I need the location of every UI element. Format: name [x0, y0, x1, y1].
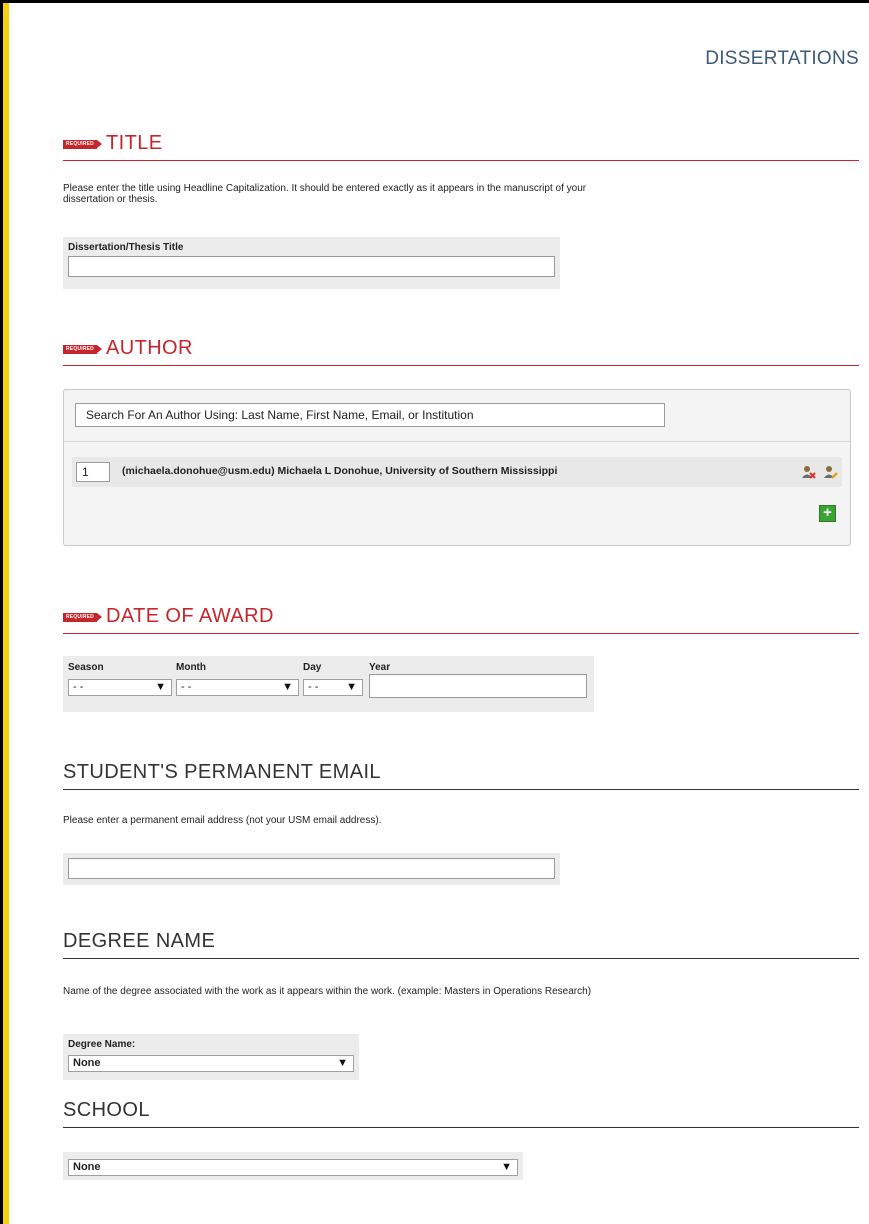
- chevron-down-icon: ▼: [346, 681, 357, 693]
- required-badge: REQUIRED: [63, 140, 102, 149]
- remove-author-icon[interactable]: [801, 465, 816, 479]
- date-section-heading: REQUIRED DATE OF AWARD: [63, 605, 859, 634]
- chevron-down-icon: ▼: [282, 681, 293, 693]
- title-input[interactable]: [68, 256, 555, 277]
- school-heading: SCHOOL: [63, 1099, 150, 1121]
- title-help-text: Please enter the title using Headline Ca…: [63, 183, 587, 205]
- season-label: Season: [68, 662, 104, 673]
- email-section-heading: STUDENT'S PERMANENT EMAIL: [63, 761, 859, 790]
- degree-section-heading: DEGREE NAME: [63, 930, 859, 959]
- month-value: - -: [181, 681, 192, 693]
- email-help-text: Please enter a permanent email address (…: [63, 815, 382, 826]
- day-label: Day: [303, 662, 322, 673]
- email-field-box: [63, 853, 560, 885]
- date-heading: DATE OF AWARD: [106, 605, 274, 627]
- year-input[interactable]: [369, 674, 587, 698]
- author-position-input[interactable]: 1: [76, 462, 110, 482]
- degree-select[interactable]: None ▼: [68, 1054, 354, 1072]
- author-divider: [64, 441, 850, 442]
- school-section-heading: SCHOOL: [63, 1099, 859, 1128]
- degree-heading: DEGREE NAME: [63, 930, 216, 952]
- school-field-box: None ▼: [63, 1152, 523, 1180]
- degree-field-label: Degree Name:: [68, 1039, 136, 1050]
- day-select[interactable]: - - ▼: [303, 678, 363, 696]
- author-search-input[interactable]: Search For An Author Using: Last Name, F…: [75, 403, 665, 427]
- day-value: - -: [308, 681, 319, 693]
- chevron-down-icon: ▼: [337, 1057, 348, 1069]
- email-input[interactable]: [68, 858, 555, 879]
- author-section-heading: REQUIRED AUTHOR: [63, 337, 859, 366]
- title-heading: TITLE: [106, 132, 163, 154]
- season-value: - -: [73, 681, 84, 693]
- month-label: Month: [176, 662, 206, 673]
- degree-help-text: Name of the degree associated with the w…: [63, 986, 592, 997]
- add-author-button[interactable]: +: [819, 505, 836, 522]
- title-field-box: Dissertation/Thesis Title: [63, 237, 560, 289]
- email-heading: STUDENT'S PERMANENT EMAIL: [63, 761, 381, 783]
- season-select[interactable]: - - ▼: [68, 678, 172, 696]
- title-section-heading: REQUIRED TITLE: [63, 132, 859, 161]
- left-accent-bar: [3, 3, 9, 1224]
- date-fields-box: Season - - ▼ Month - - ▼ Day - - ▼ Year: [63, 656, 594, 712]
- year-label: Year: [369, 662, 391, 673]
- month-select[interactable]: - - ▼: [176, 678, 299, 696]
- title-field-label: Dissertation/Thesis Title: [68, 242, 184, 253]
- chevron-down-icon: ▼: [501, 1161, 512, 1173]
- page-title: DISSERTATIONS: [705, 48, 859, 69]
- author-details: (michaela.donohue@usm.edu) Michaela L Do…: [122, 465, 558, 477]
- school-value: None: [73, 1161, 101, 1173]
- author-row: 1 (michaela.donohue@usm.edu) Michaela L …: [72, 457, 842, 487]
- degree-value: None: [73, 1057, 101, 1069]
- author-panel: Search For An Author Using: Last Name, F…: [63, 389, 851, 546]
- degree-field-box: Degree Name: None ▼: [63, 1034, 359, 1080]
- required-badge: REQUIRED: [63, 345, 102, 354]
- edit-author-icon[interactable]: [823, 465, 838, 479]
- author-heading: AUTHOR: [106, 337, 193, 359]
- school-select[interactable]: None ▼: [68, 1158, 518, 1176]
- chevron-down-icon: ▼: [155, 681, 166, 693]
- required-badge: REQUIRED: [63, 613, 102, 622]
